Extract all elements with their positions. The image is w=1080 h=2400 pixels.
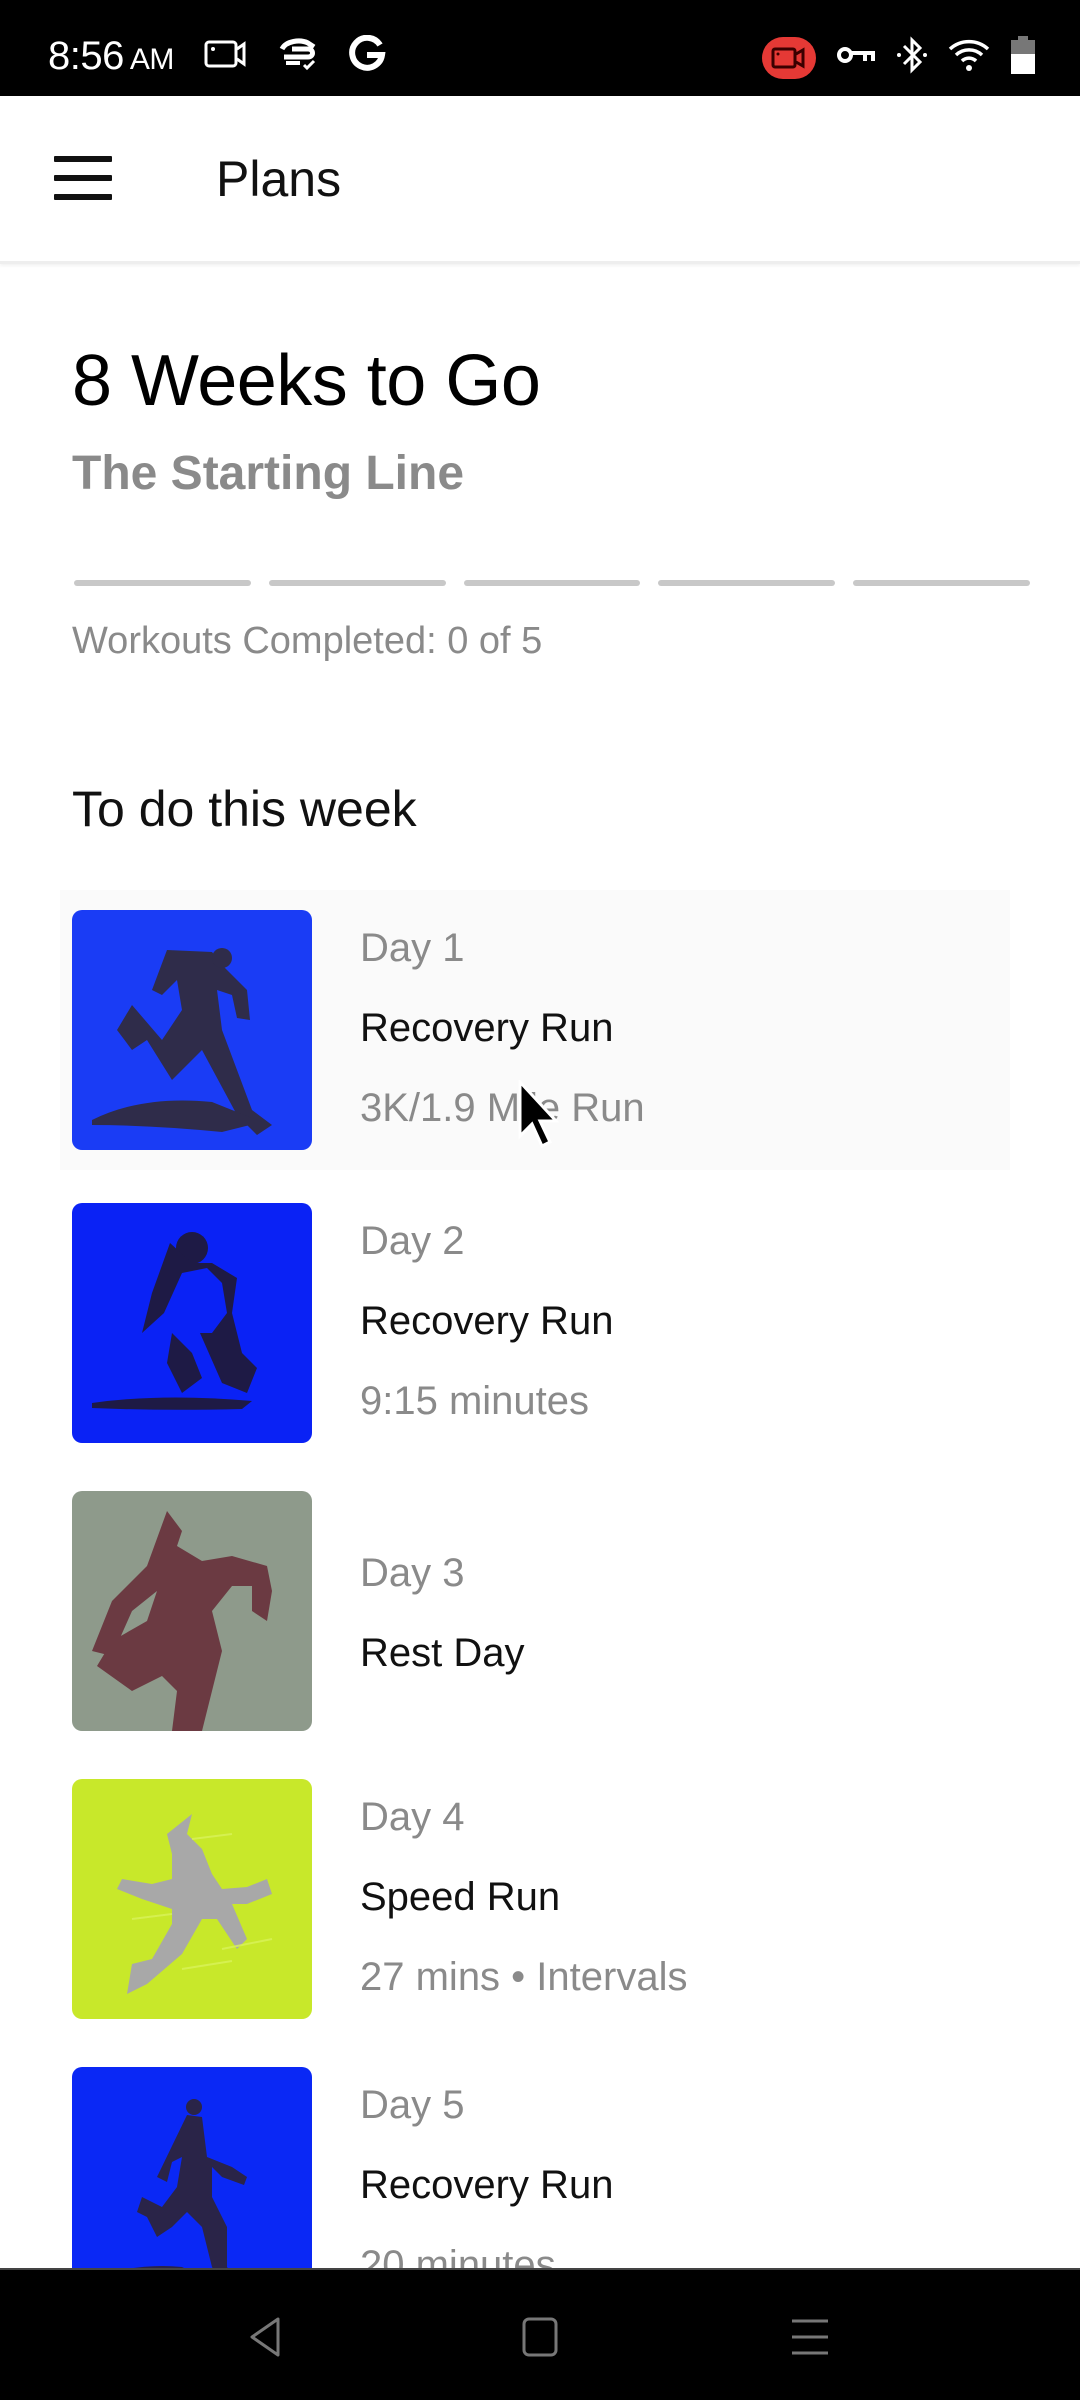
battery-icon <box>1010 36 1036 79</box>
screen-record-icon <box>204 39 248 74</box>
wifi-icon <box>948 38 990 77</box>
stretching-illustration <box>72 1491 312 1731</box>
workout-item-day-1[interactable]: Day 1 Recovery Run 3K/1.9 Mile Run <box>60 890 1010 1170</box>
page-title: Plans <box>216 151 342 207</box>
progress-segment <box>463 580 641 586</box>
workout-item-day-3[interactable]: Day 3 Rest Day <box>72 1471 1010 1751</box>
vpn-key-icon <box>836 43 876 72</box>
recording-indicator-icon <box>762 36 816 79</box>
plan-subtitle: The Starting Line <box>72 447 465 500</box>
back-icon[interactable] <box>236 2312 296 2362</box>
plan-title: 8 Weeks to Go <box>72 341 541 421</box>
workout-item-day-2[interactable]: Day 2 Recovery Run 9:15 minutes <box>72 1183 1010 1463</box>
progress-segment <box>658 580 836 586</box>
status-bar: 8:56 AM <box>0 0 1080 96</box>
workout-name: Recovery Run <box>360 1006 614 1050</box>
workout-name: Recovery Run <box>360 1299 614 1343</box>
workout-item-day-4[interactable]: Day 4 Speed Run 27 mins • Intervals <box>72 1759 1010 2039</box>
workouts-completed-label: Workouts Completed: 0 of 5 <box>72 620 543 662</box>
bluetooth-icon <box>896 36 928 79</box>
progress-segment <box>74 580 251 586</box>
workout-day: Day 4 <box>360 1795 465 1839</box>
system-nav-bar <box>0 2268 1080 2400</box>
workout-day: Day 5 <box>360 2083 465 2127</box>
google-icon <box>348 34 386 78</box>
workout-day: Day 2 <box>360 1219 465 1263</box>
runner-illustration <box>72 910 312 1150</box>
hamburger-menu-icon[interactable] <box>54 156 112 200</box>
sync-check-icon <box>278 37 318 76</box>
workout-name: Rest Day <box>360 1631 525 1675</box>
runner-illustration <box>72 1203 312 1443</box>
home-icon[interactable] <box>510 2312 570 2362</box>
app-bar: Plans <box>0 96 1080 264</box>
workouts-progress-bar <box>74 580 1030 588</box>
workout-day: Day 3 <box>360 1551 465 1595</box>
progress-segment <box>853 580 1030 586</box>
sprinter-illustration <box>72 1779 312 2019</box>
progress-segment <box>268 580 446 586</box>
workout-name: Recovery Run <box>360 2163 614 2207</box>
section-title: To do this week <box>72 781 417 837</box>
status-clock: 8:56 AM <box>48 34 174 78</box>
workout-detail: 3K/1.9 Mile Run <box>360 1086 645 1130</box>
workout-name: Speed Run <box>360 1875 561 1919</box>
workout-detail: 9:15 minutes <box>360 1379 590 1423</box>
recents-icon[interactable] <box>780 2312 840 2362</box>
workout-day: Day 1 <box>360 926 465 970</box>
workout-detail: 27 mins • Intervals <box>360 1955 688 1999</box>
